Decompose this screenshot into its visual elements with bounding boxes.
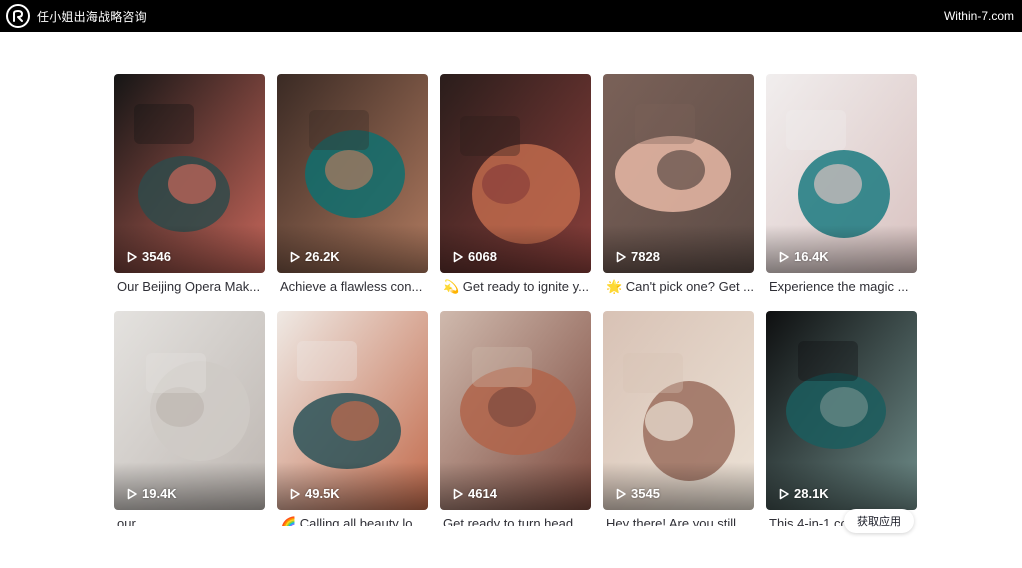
view-count-text: 28.1K: [794, 486, 829, 501]
video-caption[interactable]: Hey there! Are you still ...: [603, 516, 754, 526]
video-caption[interactable]: Get ready to turn head...: [440, 516, 591, 526]
video-card[interactable]: 19.4K our: [114, 311, 265, 526]
video-caption[interactable]: Our Beijing Opera Mak...: [114, 279, 265, 295]
play-icon: [290, 488, 300, 499]
brand-title: 任小姐出海战略咨询: [37, 9, 147, 24]
video-card[interactable]: 26.2K Achieve a flawless con...: [277, 74, 428, 295]
video-card[interactable]: 6068 💫 Get ready to ignite y...: [440, 74, 591, 295]
thumbnail-frame[interactable]: 3546: [114, 74, 265, 273]
play-icon: [616, 488, 626, 499]
thumbnail-frame[interactable]: 26.2K: [277, 74, 428, 273]
video-caption[interactable]: 💫 Get ready to ignite y...: [440, 279, 591, 295]
thumbnail-frame[interactable]: 6068: [440, 74, 591, 273]
view-count-text: 6068: [468, 249, 497, 264]
view-count-text: 19.4K: [142, 486, 177, 501]
view-count: 6068: [452, 249, 497, 264]
video-grid: 3546 Our Beijing Opera Mak... 26.2K Achi…: [114, 74, 917, 526]
play-icon: [127, 488, 137, 499]
top-bar: 任小姐出海战略咨询 Within-7.com: [0, 0, 1022, 32]
view-count: 4614: [452, 486, 497, 501]
video-card[interactable]: 3545 Hey there! Are you still ...: [603, 311, 754, 526]
thumbnail-frame[interactable]: 4614: [440, 311, 591, 510]
brand-logo-icon[interactable]: [6, 4, 30, 28]
view-count: 49.5K: [289, 486, 340, 501]
view-count: 28.1K: [778, 486, 829, 501]
thumbnail-frame[interactable]: 19.4K: [114, 311, 265, 510]
video-caption[interactable]: our: [114, 516, 265, 526]
view-count-text: 3545: [631, 486, 660, 501]
view-count-text: 49.5K: [305, 486, 340, 501]
view-count-text: 3546: [142, 249, 171, 264]
thumbnail-frame[interactable]: 49.5K: [277, 311, 428, 510]
site-domain: Within-7.com: [943, 9, 1014, 23]
thumbnail-frame[interactable]: 3545: [603, 311, 754, 510]
view-count-text: 4614: [468, 486, 497, 501]
thumbnail-frame[interactable]: 16.4K: [766, 74, 917, 273]
get-app-button[interactable]: 获取应用: [844, 509, 914, 533]
video-caption[interactable]: Experience the magic ...: [766, 279, 917, 295]
view-count: 3545: [615, 486, 660, 501]
video-caption[interactable]: 🌟 Can't pick one? Get ...: [603, 279, 754, 295]
view-count-text: 16.4K: [794, 249, 829, 264]
view-count-text: 26.2K: [305, 249, 340, 264]
video-caption[interactable]: Achieve a flawless con...: [277, 279, 428, 295]
video-card[interactable]: 28.1K This 4-in-1 co...: [766, 311, 917, 526]
view-count: 16.4K: [778, 249, 829, 264]
video-card[interactable]: 7828 🌟 Can't pick one? Get ...: [603, 74, 754, 295]
play-icon: [453, 251, 463, 262]
view-count: 3546: [126, 249, 171, 264]
view-count: 19.4K: [126, 486, 177, 501]
play-icon: [779, 251, 789, 262]
view-count: 26.2K: [289, 249, 340, 264]
view-count: 7828: [615, 249, 660, 264]
video-caption[interactable]: 🌈 Calling all beauty lo...: [277, 516, 428, 526]
play-icon: [779, 488, 789, 499]
play-icon: [616, 251, 626, 262]
thumbnail-frame[interactable]: 7828: [603, 74, 754, 273]
play-icon: [127, 251, 137, 262]
play-icon: [453, 488, 463, 499]
thumbnail-frame[interactable]: 28.1K: [766, 311, 917, 510]
video-card[interactable]: 49.5K 🌈 Calling all beauty lo...: [277, 311, 428, 526]
view-count-text: 7828: [631, 249, 660, 264]
video-card[interactable]: 4614 Get ready to turn head...: [440, 311, 591, 526]
video-card[interactable]: 3546 Our Beijing Opera Mak...: [114, 74, 265, 295]
play-icon: [290, 251, 300, 262]
video-card[interactable]: 16.4K Experience the magic ...: [766, 74, 917, 295]
